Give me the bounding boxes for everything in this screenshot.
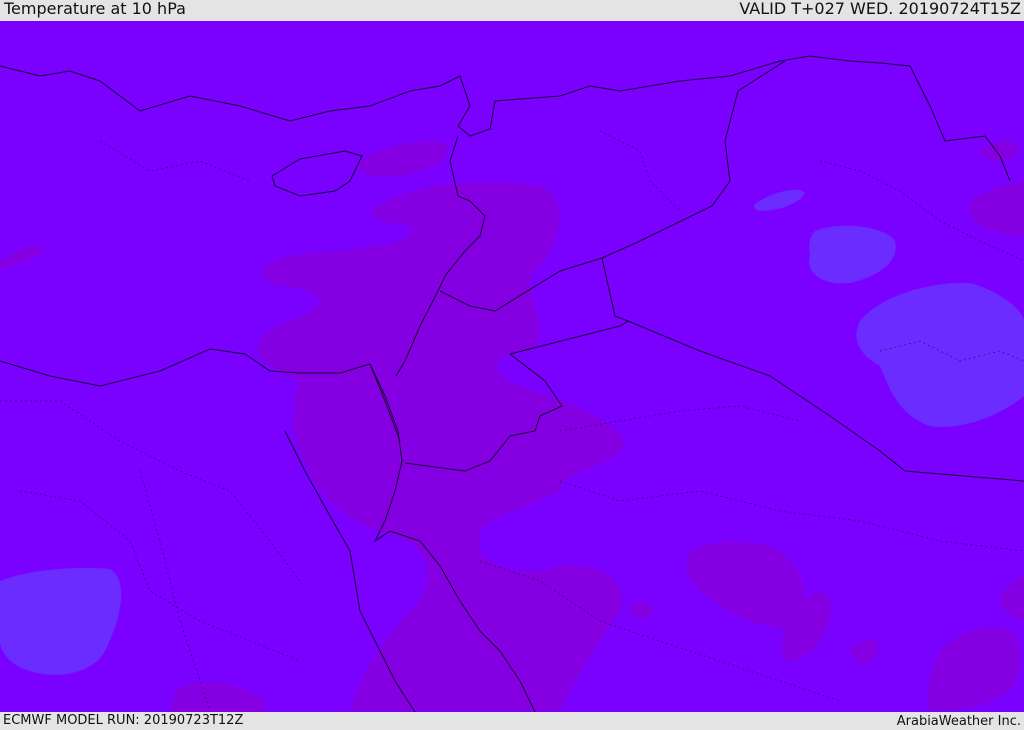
model-run: ECMWF MODEL RUN: 20190723T12Z bbox=[3, 713, 244, 728]
map-canvas bbox=[0, 21, 1024, 712]
footer-bar: ECMWF MODEL RUN: 20190723T12Z ArabiaWeat… bbox=[0, 712, 1024, 729]
map-title: Temperature at 10 hPa bbox=[4, 0, 186, 18]
header-bar: Temperature at 10 hPa VALID T+027 WED. 2… bbox=[0, 0, 1024, 21]
credit-label: ArabiaWeather Inc. bbox=[896, 714, 1021, 729]
temperature-map[interactable] bbox=[0, 21, 1024, 712]
valid-time: VALID T+027 WED. 20190724T15Z bbox=[739, 0, 1021, 18]
